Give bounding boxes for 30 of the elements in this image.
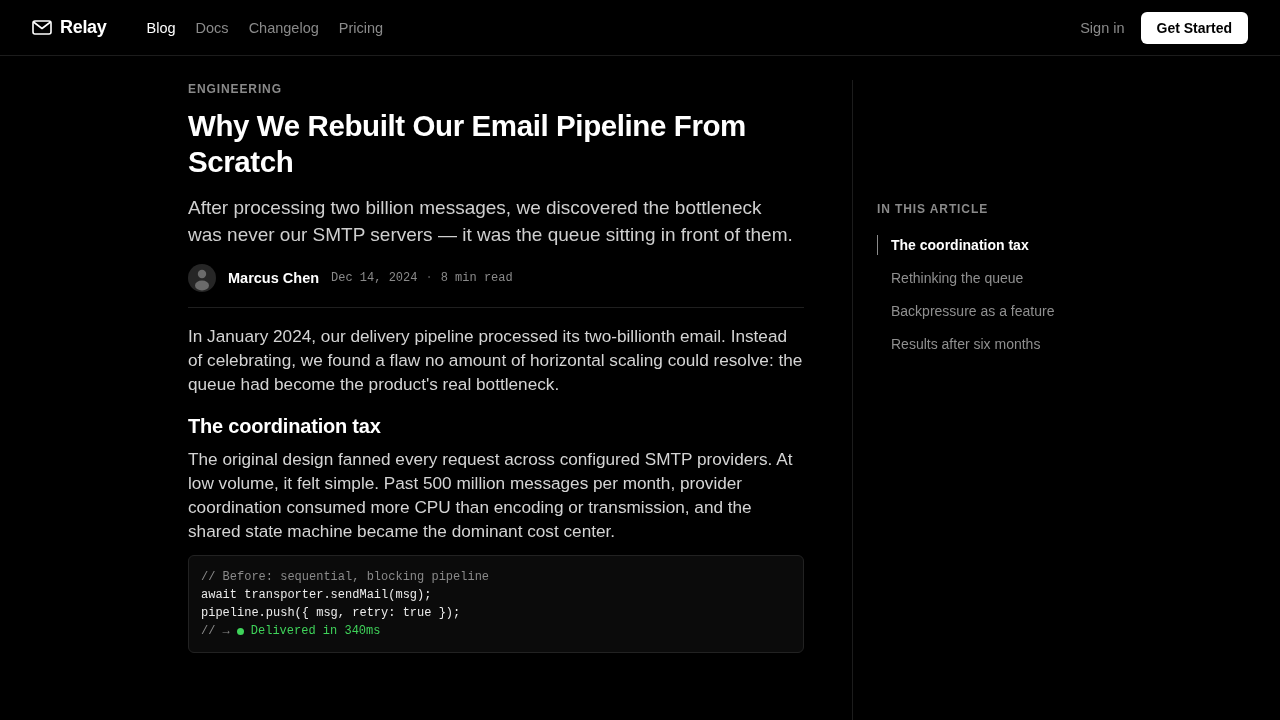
nav-link[interactable]: Blog [146,19,176,36]
body-paragraph: The original design fanned every request across configured SMTP providers. At low volume, it felt simple. Past 500 million messages per month, provider coordination consumed more CPU than encoding or transmission, and the shared state machine became the dominant cost center. [188,448,794,543]
toc-link[interactable]: Backpressure as a feature [877,301,1055,321]
separator-dot: · [425,271,433,285]
nav-link[interactable]: Docs [195,19,229,36]
article-subtitle: After processing two billion messages, we discovered the bottleneck was never our SMTP servers — it was the queue sitting in front of them. [188,196,794,247]
nav-link[interactable]: Changelog [248,19,319,36]
toc-link[interactable]: The coordination tax [877,235,1029,255]
nav-link[interactable]: Pricing [338,19,384,36]
code-output: Delivered in 340ms [250,623,381,640]
brand-name[interactable]: Relay [60,17,107,38]
code-line: pipeline.push({ msg, retry: true }); [201,605,461,622]
toc-title: IN THIS ARTICLE [877,202,990,216]
mail-icon [32,20,52,35]
get-started-button[interactable]: Get Started [1140,11,1248,44]
toc-link[interactable]: Rethinking the queue [877,268,1024,288]
body-paragraph: In January 2024, our delivery pipeline processed its two-billionth email. Instead of celebrating, we found a flaw no amount of horizontal scaling could resolve: the queue had become the product's real bottleneck. [188,325,804,396]
avatar-icon [188,264,216,292]
code-line: await transporter.sendMail(msg); [201,587,432,604]
publish-date: Dec 14, 2024 [331,271,418,285]
author-name: Marcus Chen [228,270,320,286]
code-comment: // Before: sequential, blocking pipeline [201,569,490,586]
category-label: ENGINEERING [188,82,283,96]
section-heading: The coordination tax [188,414,382,439]
code-comment: // → [201,623,230,640]
read-time: 8 min read [440,271,513,285]
sign-in-link[interactable]: Sign in [1080,19,1125,36]
article-title: Why We Rebuilt Our Email Pipeline From Scratch [188,108,747,180]
status-dot-icon [236,627,244,635]
toc-link[interactable]: Results after six months [877,334,1041,354]
